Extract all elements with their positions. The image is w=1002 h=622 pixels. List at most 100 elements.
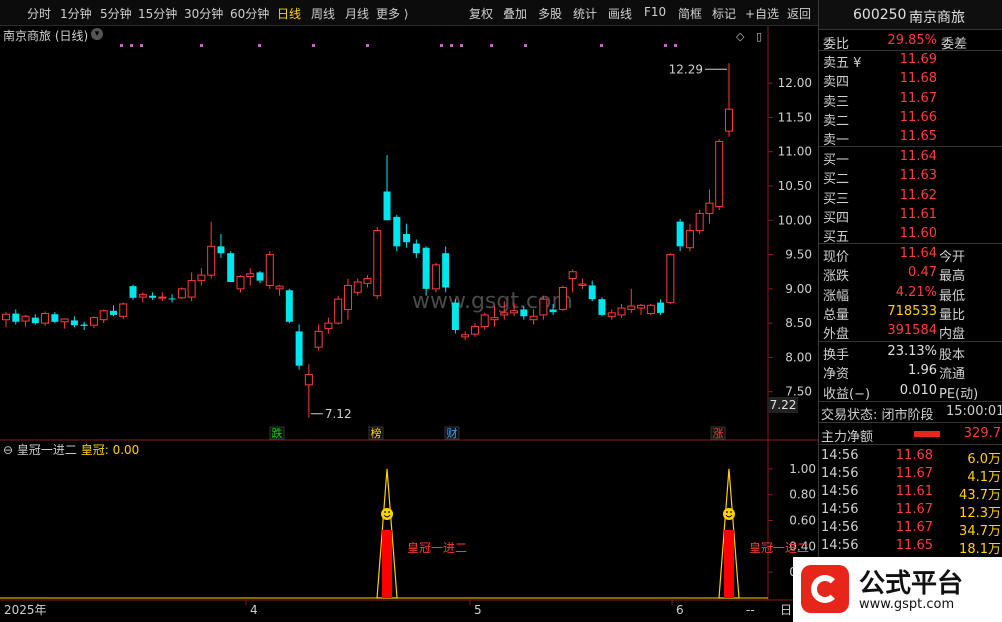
candle-body-down <box>109 310 117 315</box>
ask-label-3: 卖二 <box>823 113 850 129</box>
price-tick-label: 10.50 <box>778 179 812 193</box>
candle-body-up <box>187 280 196 298</box>
candle-body-up <box>470 326 479 335</box>
weibi-row: 委比 29.85% 委差 <box>819 31 1002 52</box>
candle-body-down <box>217 246 225 254</box>
tick-time-3: 14:56 <box>821 502 859 517</box>
candle-body-up <box>685 230 694 249</box>
ask-label-0: 卖五 ¥ <box>823 56 862 71</box>
event-dot <box>200 44 203 47</box>
candle-body-down <box>442 253 450 288</box>
quote-label2-4: 内盘 <box>939 327 966 343</box>
ask-price-0: 11.69 <box>899 52 937 67</box>
pin-diamond-icon: ◇ <box>736 30 745 43</box>
stock-header: 600250 南京商旅 <box>819 0 1002 30</box>
main-flow-bar <box>914 431 940 437</box>
candle-body-up <box>568 271 577 280</box>
logo-url: www.gspt.com <box>859 597 955 612</box>
tick-price-1: 11.67 <box>895 466 933 481</box>
fund-label2-2: PE(动) <box>939 386 979 402</box>
smiley-eye <box>726 511 728 513</box>
chart-title-dropdown-icon[interactable]: ▾ <box>91 28 103 40</box>
candle-body-down <box>149 295 157 298</box>
candle-body-up <box>627 305 636 310</box>
candle-body-up <box>236 276 245 290</box>
event-dot <box>664 44 667 47</box>
watermark: www.gsgt.com <box>412 289 573 314</box>
smiley-icon <box>381 508 394 520</box>
quote-label2-0: 今开 <box>939 250 966 265</box>
candle-body-up <box>646 304 655 315</box>
candle-body-up <box>480 314 489 328</box>
main-flow-label: 主力净额 <box>821 430 874 445</box>
quote-label2-2: 最低 <box>939 288 966 304</box>
candle-body-up <box>461 334 470 338</box>
candle-body-down <box>129 286 137 298</box>
candle-body-up <box>724 108 733 132</box>
event-marker-3: 涨 <box>713 427 724 440</box>
candle-body-up <box>617 307 626 316</box>
time-label: 5 <box>474 603 482 617</box>
price-tick-label: 12.00 <box>778 76 812 90</box>
candle-body-up <box>539 298 548 316</box>
event-marker-2: 财 <box>447 426 458 440</box>
indicator-value: 皇冠: 0.00 <box>80 443 140 457</box>
tick-volume-2: 43.7万 <box>959 488 1001 503</box>
price-tick-label: 11.50 <box>778 110 812 124</box>
candle-body-down <box>168 298 176 300</box>
stock-name: 南京商旅 <box>909 10 965 26</box>
ask-price-2: 11.67 <box>899 90 937 106</box>
candle-body-up <box>666 254 675 304</box>
candle-body-up <box>510 310 519 314</box>
candle-body-down <box>451 302 459 330</box>
event-dot <box>258 44 261 47</box>
tick-time-0: 14:56 <box>821 448 859 463</box>
tick-price-5: 11.65 <box>895 538 933 553</box>
tick-volume-4: 34.7万 <box>959 524 1001 539</box>
candle-body-up <box>353 281 362 293</box>
price-tick-label: 8.50 <box>785 316 812 330</box>
price-tick-label: 10.00 <box>778 213 812 227</box>
event-dot <box>312 44 315 47</box>
event-dot <box>524 44 527 47</box>
logo-icon <box>801 565 849 613</box>
quote-label-0: 现价 <box>823 250 850 265</box>
candle-body-down <box>393 216 401 247</box>
candle-body-up <box>343 284 352 310</box>
candle-body-up <box>324 322 333 330</box>
tick-volume-0: 6.0万 <box>967 452 1001 467</box>
signal-label: 皇冠一进二 <box>749 541 809 555</box>
event-dot <box>490 44 493 47</box>
indicator-title: ⊖ 皇冠一进二 皇冠: 0.00 <box>3 441 139 458</box>
indicator-dropdown-icon[interactable]: ⊖ <box>3 443 13 457</box>
candle-body-up <box>637 304 646 309</box>
fund-label-1: 净资 <box>823 367 850 383</box>
event-dot <box>120 44 123 47</box>
tick-price-3: 11.67 <box>895 502 933 517</box>
indicator-tick-label: 0.60 <box>789 514 816 528</box>
panel-separator <box>819 422 1002 423</box>
weibi-label: 委比 <box>823 37 850 52</box>
candle-body-down <box>70 320 78 326</box>
candle-body-up <box>275 285 284 290</box>
tick-price-0: 11.68 <box>895 448 933 463</box>
candle-body-down <box>520 309 528 317</box>
candle-body-down <box>12 313 20 322</box>
candle-body-up <box>529 315 538 321</box>
expand-icon: ▯ <box>756 30 762 43</box>
bid-price-4: 11.60 <box>899 226 937 242</box>
candle-body-up <box>207 245 216 276</box>
event-dot <box>140 44 143 47</box>
time-label: 6 <box>676 603 684 617</box>
candle-body-up <box>246 273 255 278</box>
tick-time-4: 14:56 <box>821 520 859 535</box>
fund-value-1: 1.96 <box>908 363 937 379</box>
candle-body-up <box>265 254 274 286</box>
candle-body-up <box>41 313 50 324</box>
smiley-eye <box>730 511 732 513</box>
event-dot <box>600 44 603 47</box>
candle-body-up <box>89 317 98 326</box>
bid-price-1: 11.63 <box>899 168 937 184</box>
price-tick-label: 7.50 <box>785 385 812 399</box>
gspt-logo: 公式平台 www.gspt.com <box>793 557 1002 622</box>
